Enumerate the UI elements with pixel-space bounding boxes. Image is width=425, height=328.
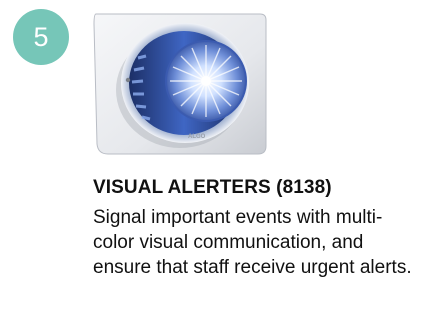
product-description: Signal important events with multi-color… [93,207,412,278]
step-number: 5 [33,21,49,52]
product-title: VISUAL ALERTERS (8138) [93,177,332,198]
visual-alerter-device-icon: ALGO [88,8,270,158]
svg-text:ALGO: ALGO [188,134,206,140]
step-number-badge: 5 [13,9,69,65]
